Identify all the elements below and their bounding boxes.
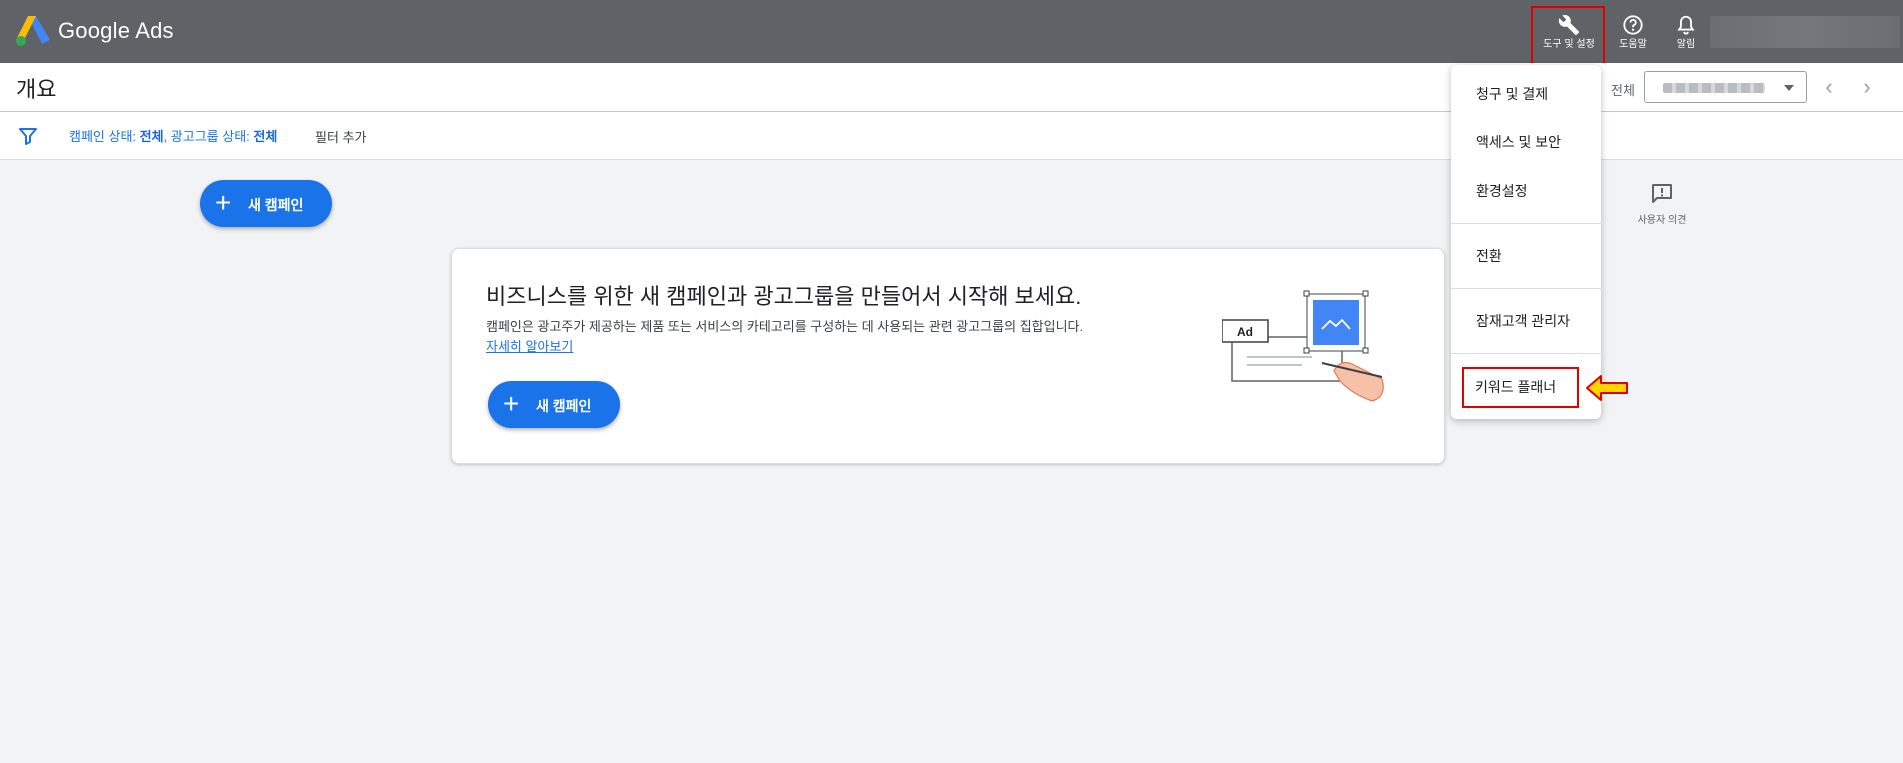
feedback-label: 사용자 의견 [1637,215,1687,226]
caret-down-icon [1784,85,1794,91]
illustration-ad-badge: Ad [1237,325,1253,339]
account-info-redacted[interactable] [1710,16,1900,48]
top-app-bar: Google Ads 도구 및 설정 도움말 알림 [0,0,1903,63]
scope-label: 전체 [1611,83,1635,98]
alerts-label: 알림 [1676,39,1696,50]
filter-chip-value-2: 전체 [253,129,278,144]
filter-chip-value-1: 전체 [139,129,164,144]
page-header: 개요 전체 ‹ › [0,63,1903,112]
menu-divider [1451,223,1601,224]
menu-item-conversions[interactable]: 전환 [1451,236,1601,276]
filter-chip-prefix-2: , 광고그룹 상태: [163,129,254,144]
feedback-button[interactable]: 사용자 의견 [1632,183,1692,226]
tools-dropdown-menu: 청구 및 결제 액세스 및 보안 환경설정 전환 잠재고객 관리자 키워드 플래… [1451,65,1601,419]
menu-item-access-security[interactable]: 액세스 및 보안 [1451,122,1601,162]
brand-name: Google Ads [58,18,174,43]
feedback-icon [1652,184,1672,203]
help-circle-icon [1623,15,1643,35]
new-campaign-label: 새 캠페인 [248,197,304,213]
menu-item-billing[interactable]: 청구 및 결제 [1451,74,1601,114]
plus-icon: + [503,388,520,419]
keyword-planner-highlight-box [1462,367,1579,408]
learn-more-link[interactable]: 자세히 알아보기 [486,336,573,355]
filter-bar: 캠페인 상태: 전체, 광고그룹 상태: 전체 필터 추가 [0,112,1903,160]
menu-item-audience-manager[interactable]: 잠재고객 관리자 [1451,301,1601,341]
pointer-arrow-icon [1586,375,1628,401]
help-label: 도움말 [1619,39,1647,50]
alerts-button[interactable]: 알림 [1656,8,1716,64]
card-new-campaign-label: 새 캠페인 [536,398,592,414]
account-scope-select[interactable] [1644,71,1807,103]
status-filter-chip[interactable]: 캠페인 상태: 전체, 광고그룹 상태: 전체 [69,126,277,145]
card-description: 캠페인은 광고주가 제공하는 제품 또는 서비스의 카테고리를 구성하는 데 사… [486,319,1084,334]
menu-divider [1451,288,1601,289]
card-title: 비즈니스를 위한 새 캠페인과 광고그룹을 만들어서 시작해 보세요. [486,284,1082,309]
campaign-illustration: Ad [1222,290,1384,402]
menu-item-preferences[interactable]: 환경설정 [1451,171,1601,211]
menu-divider [1451,353,1601,354]
tools-highlight-box [1531,6,1605,69]
chevron-right-icon[interactable]: › [1853,73,1881,101]
scope-value-redacted [1663,83,1765,93]
filter-icon[interactable] [18,127,38,145]
bell-icon [1677,15,1695,35]
add-filter-button[interactable]: 필터 추가 [315,127,366,146]
new-campaign-button[interactable]: + 새 캠페인 [200,180,332,227]
plus-icon: + [215,187,232,218]
google-ads-logo-icon[interactable] [16,16,50,46]
help-button[interactable]: 도움말 [1603,8,1663,64]
chevron-left-icon[interactable]: ‹ [1815,73,1843,101]
page-title: 개요 [16,77,57,102]
card-new-campaign-button[interactable]: + 새 캠페인 [488,381,620,428]
empty-state-card: 비즈니스를 위한 새 캠페인과 광고그룹을 만들어서 시작해 보세요. 캠페인은… [451,248,1445,464]
filter-chip-prefix-1: 캠페인 상태: [69,129,140,144]
